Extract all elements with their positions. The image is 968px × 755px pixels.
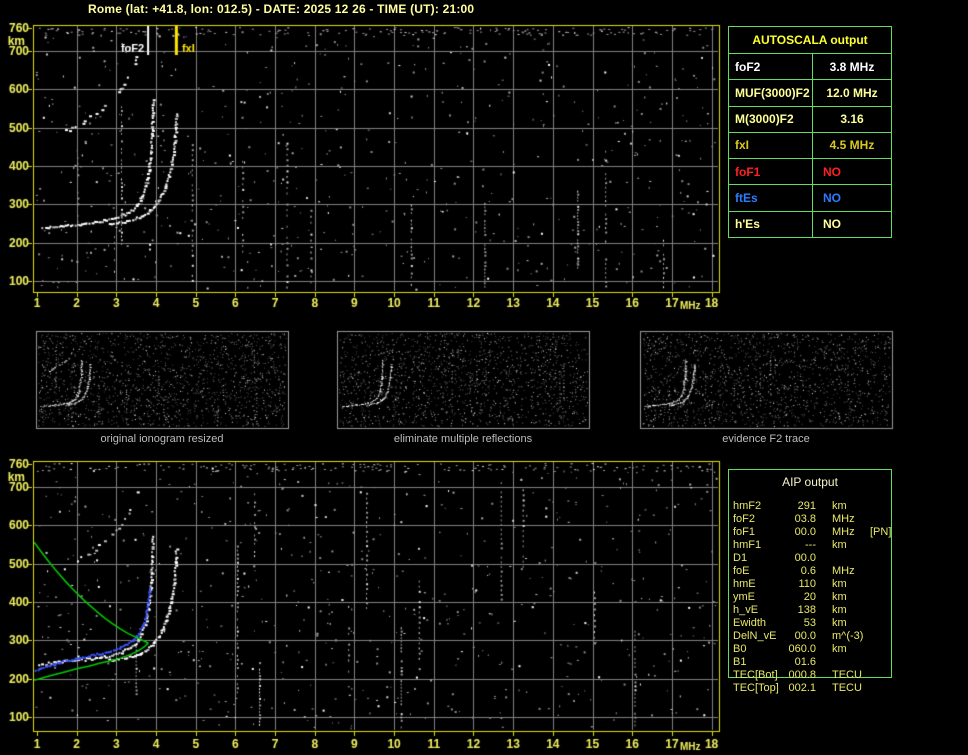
aip-unit: m^(-3): [832, 630, 864, 642]
autoscala-row-value: NO: [823, 191, 841, 206]
aip-row-tectop: TEC[Top] 002.1 TECU: [728, 682, 892, 695]
autoscala-row-value: NO: [823, 217, 841, 232]
aip-label: h_vE: [733, 604, 759, 616]
aip-label: B1: [733, 656, 747, 668]
autoscala-row-label: h'Es: [729, 211, 813, 237]
autoscala-output-table: AUTOSCALA output foF2 3.8 MHz MUF(3000)F2 1…: [728, 26, 892, 238]
aip-table-rows: hmF2 291 km foF2 03.8 MHz foF1 00.0 MHz [PN] hmF1 -…: [728, 500, 892, 695]
autoscala-row-value: 4.5 MHz: [829, 138, 875, 153]
aip-label: D1: [733, 552, 748, 564]
autoscala-row-fof2: foF2 3.8 MHz: [729, 54, 891, 81]
bottom-ionogram-plot: [33, 461, 719, 731]
aip-row-ewidth: Ewidth 53 km: [728, 617, 892, 630]
aip-value: 0.6: [800, 565, 816, 577]
aip-label: hmE: [733, 578, 756, 590]
aip-value: 060.0: [788, 643, 816, 655]
aip-value: 002.1: [788, 682, 816, 694]
autoscala-row-label: MUF(3000)F2: [729, 80, 813, 106]
autoscala-row-fof1: foF1 NO: [729, 159, 891, 186]
aip-row-b1: B1 01.6: [728, 656, 892, 669]
autoscala-app-window: Rome (lat: +41.8, lon: 012.5) - DATE: 20…: [0, 0, 968, 755]
aip-label: DelN_vE: [733, 630, 777, 642]
aip-value: 20: [803, 591, 816, 603]
thumbnail-original-ionogram: [36, 331, 288, 428]
aip-label: TEC[Top]: [733, 682, 779, 694]
aip-unit: [832, 656, 866, 669]
autoscala-row-value: NO: [823, 164, 841, 179]
aip-unit: km: [832, 617, 847, 629]
aip-value: 00.0: [794, 552, 816, 564]
autoscala-row-label: M(3000)F2: [729, 106, 813, 132]
aip-row-foe: foE 0.6 MHz: [728, 565, 892, 578]
autoscala-row-label: fxI: [729, 132, 813, 159]
thumbnail-caption-original: original ionogram resized: [100, 433, 224, 445]
autoscala-row-label: ftEs: [729, 185, 813, 211]
autoscala-row-muf3000f2: MUF(3000)F2 12.0 MHz: [729, 80, 891, 107]
aip-row-tecbot: TEC[Bot] 000.8 TECU: [728, 669, 892, 682]
aip-label: ymE: [733, 591, 755, 603]
aip-label: B0: [733, 643, 747, 655]
autoscala-row-label: foF2: [729, 54, 813, 80]
aip-unit: MHz: [832, 513, 855, 525]
aip-row-fof1: foF1 00.0 MHz [PN]: [728, 526, 892, 539]
aip-label: Ewidth: [733, 617, 767, 629]
aip-label: foF2: [733, 513, 756, 525]
aip-row-b0: B0 060.0 km: [728, 643, 892, 656]
aip-value: 00.0: [794, 630, 816, 642]
aip-unit: km: [832, 591, 847, 603]
aip-row-fof2: foF2 03.8 MHz: [728, 513, 892, 526]
autoscala-row-hes: h'Es NO: [729, 211, 891, 237]
aip-row-hme: hmE 110 km: [728, 578, 892, 591]
aip-unit: km: [832, 500, 847, 512]
aip-value: 01.6: [794, 656, 816, 668]
thumbnail-caption-evidence: evidence F2 trace: [722, 433, 810, 445]
aip-row-yme: ymE 20 km: [728, 591, 892, 604]
aip-row-hve: h_vE 138 km: [728, 604, 892, 617]
aip-table-title: AIP output: [782, 474, 838, 489]
aip-row-delnve: DelN_vE 00.0 m^(-3): [728, 630, 892, 643]
autoscala-row-value: 3.16: [840, 112, 864, 127]
aip-extra: [PN]: [870, 526, 892, 538]
autoscala-row-fxi: fxI 4.5 MHz: [729, 132, 891, 160]
aip-label: foF1: [733, 526, 756, 538]
autoscala-table-title: AUTOSCALA output: [729, 27, 891, 54]
aip-unit: MHz: [832, 565, 855, 577]
top-ionogram-plot: [33, 25, 719, 292]
aip-value: 03.8: [794, 513, 816, 525]
autoscala-row-value: 12.0 MHz: [826, 85, 878, 100]
aip-unit: MHz: [832, 526, 855, 538]
thumbnail-eliminate-reflections: [337, 331, 589, 428]
aip-row-d1: D1 00.0: [728, 552, 892, 565]
aip-row-hmf1: hmF1 --- km: [728, 539, 892, 552]
aip-unit: TECU: [832, 682, 862, 694]
autoscala-row-m3000f2: M(3000)F2 3.16: [729, 106, 891, 133]
aip-value: 110: [798, 578, 816, 590]
aip-label: hmF1: [733, 539, 762, 551]
aip-value: ---: [805, 539, 816, 551]
autoscala-row-value: 3.8 MHz: [829, 59, 875, 74]
aip-value: 00.0: [794, 526, 816, 538]
aip-unit: km: [832, 643, 847, 655]
aip-value: 291: [797, 500, 816, 512]
autoscala-row-ftes: ftEs NO: [729, 185, 891, 212]
aip-unit: km: [832, 578, 847, 590]
page-title: Rome (lat: +41.8, lon: 012.5) - DATE: 20…: [88, 2, 475, 16]
aip-value: 138: [797, 604, 816, 616]
aip-unit: km: [832, 604, 847, 616]
aip-label: foE: [733, 565, 750, 577]
aip-unit: km: [832, 539, 847, 551]
aip-unit: TECU: [832, 669, 862, 681]
aip-value: 000.8: [788, 669, 816, 681]
autoscala-table-rows: foF2 3.8 MHz MUF(3000)F2 12.0 MHz M(3000)F2 3…: [729, 54, 891, 237]
aip-value: 53: [803, 617, 816, 629]
aip-unit: [832, 552, 866, 565]
aip-label: TEC[Bot]: [733, 669, 778, 681]
aip-label: hmF2: [733, 500, 762, 512]
aip-row-hmf2: hmF2 291 km: [728, 500, 892, 513]
thumbnail-evidence-f2-trace: [640, 331, 892, 428]
thumbnail-caption-eliminate: eliminate multiple reflections: [393, 433, 533, 445]
autoscala-row-label: foF1: [729, 159, 813, 185]
